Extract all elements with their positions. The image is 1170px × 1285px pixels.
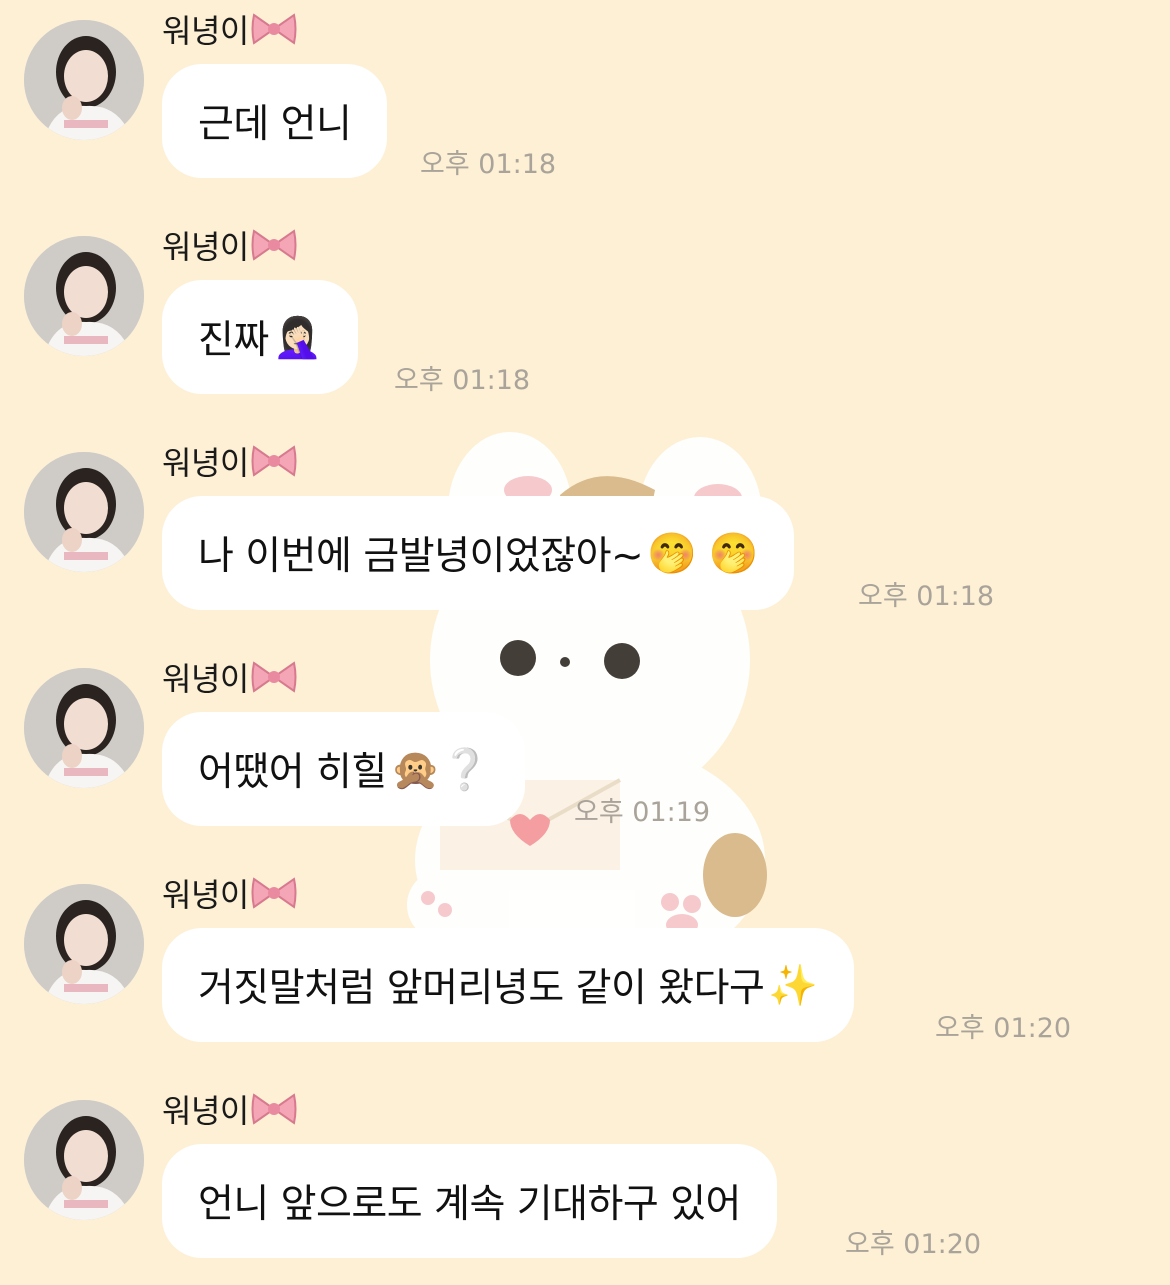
message-row: 워녕이 거짓말처럼 앞머리녕도 같이 왔다구 ✨ 오후 01:20: [0, 864, 1170, 1064]
ribbon-bow-icon: [251, 661, 297, 693]
message-row: 워녕이 근데 언니 오후 01:18: [0, 0, 1170, 200]
message-row: 워녕이 나 이번에 금발녕이었잖아~ 🤭 🤭 오후 01:18: [0, 432, 1170, 632]
message-row: 워녕이 언니 앞으로도 계속 기대하구 있어 오후 01:20: [0, 1080, 1170, 1280]
message-bubble[interactable]: 언니 앞으로도 계속 기대하구 있어: [162, 1144, 777, 1258]
sender-name: 워녕이: [162, 438, 297, 484]
message-text: 진짜: [198, 318, 269, 363]
avatar[interactable]: [24, 668, 144, 788]
message-bubble[interactable]: 어땠어 히힐 🙊❔: [162, 712, 526, 826]
message-bubble[interactable]: 진짜 🤦🏻‍♀️: [162, 280, 359, 394]
avatar[interactable]: [24, 452, 144, 572]
message-text: 어땠어 히힐: [198, 750, 387, 795]
ribbon-bow-icon: [251, 877, 297, 909]
message-time: 오후 01:20: [845, 1229, 982, 1260]
sender-name-text: 워녕이: [162, 228, 249, 266]
message-text: 근데 언니: [198, 102, 352, 147]
sender-name: 워녕이: [162, 6, 297, 52]
message-row: 워녕이 진짜 🤦🏻‍♀️ 오후 01:18: [0, 216, 1170, 416]
message-text: 언니 앞으로도 계속 기대하구 있어: [198, 1182, 741, 1227]
avatar[interactable]: [24, 884, 144, 1004]
ribbon-bow-icon: [251, 13, 297, 45]
facepalm-emoji-icon: 🤦🏻‍♀️: [272, 314, 323, 361]
message-text: 거짓말처럼 앞머리녕도 같이 왔다구: [198, 966, 765, 1011]
message-text: 나 이번에 금발녕이었잖아~: [198, 534, 644, 579]
message-time: 오후 01:20: [935, 1013, 1072, 1044]
sparkles-emoji-icon: ✨: [768, 962, 818, 1009]
sender-name: 워녕이: [162, 870, 297, 916]
sender-name-text: 워녕이: [162, 1092, 249, 1130]
hand-over-mouth-emoji-icon: 🤭 🤭: [647, 530, 758, 577]
avatar[interactable]: [24, 1100, 144, 1220]
sender-name-text: 워녕이: [162, 444, 249, 482]
message-time: 오후 01:19: [574, 797, 711, 828]
sender-name-text: 워녕이: [162, 12, 249, 50]
message-bubble[interactable]: 나 이번에 금발녕이었잖아~ 🤭 🤭: [162, 496, 794, 610]
avatar[interactable]: [24, 20, 144, 140]
message-bubble[interactable]: 거짓말처럼 앞머리녕도 같이 왔다구 ✨: [162, 928, 854, 1042]
sender-name: 워녕이: [162, 1086, 297, 1132]
avatar[interactable]: [24, 236, 144, 356]
ribbon-bow-icon: [251, 229, 297, 261]
speak-no-evil-monkey-emoji-icon: 🙊❔: [390, 746, 490, 793]
sender-name-text: 워녕이: [162, 660, 249, 698]
ribbon-bow-icon: [251, 1093, 297, 1125]
sender-name: 워녕이: [162, 654, 297, 700]
ribbon-bow-icon: [251, 445, 297, 477]
message-time: 오후 01:18: [420, 149, 557, 180]
sender-name: 워녕이: [162, 222, 297, 268]
sender-name-text: 워녕이: [162, 876, 249, 914]
message-time: 오후 01:18: [858, 581, 995, 612]
message-row: 워녕이 어땠어 히힐 🙊❔ 오후 01:19: [0, 648, 1170, 848]
message-time: 오후 01:18: [394, 365, 531, 396]
message-bubble[interactable]: 근데 언니: [162, 64, 388, 178]
